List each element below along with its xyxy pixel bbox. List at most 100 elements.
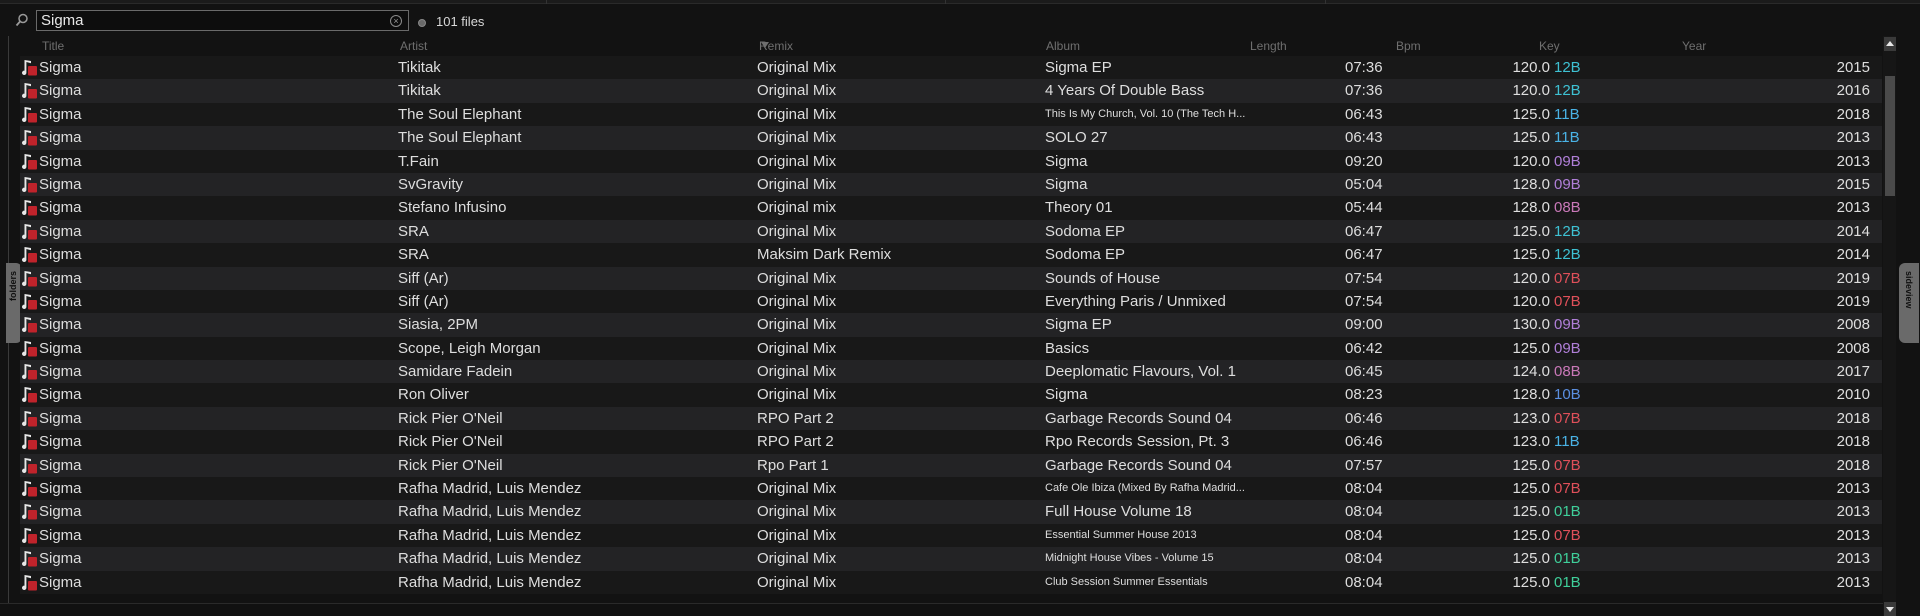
- cell-artist: Rafha Madrid, Luis Mendez: [398, 550, 582, 568]
- cell-album: 4 Years Of Double Bass: [1045, 82, 1205, 100]
- cell-artist: The Soul Elephant: [398, 105, 522, 123]
- search-icon[interactable]: [15, 13, 29, 27]
- table-row[interactable]: Sigma Rick Pier O'Neil RPO Part 2 Garbage R…: [20, 406, 1882, 431]
- column-header-title[interactable]: Title: [42, 39, 64, 53]
- column-header-album[interactable]: Album: [1046, 39, 1080, 53]
- cell-remix: Original Mix: [757, 152, 837, 170]
- cell-bpm: 128.0: [1512, 386, 1550, 404]
- table-row[interactable]: Sigma Rafha Madrid, Luis Mendez Original M…: [20, 523, 1882, 548]
- cell-key: 07B: [1554, 456, 1581, 474]
- cell-key: 07B: [1554, 526, 1581, 544]
- cell-artist: Rafha Madrid, Luis Mendez: [398, 573, 582, 591]
- strip-divider: [1325, 0, 1326, 4]
- table-row[interactable]: Sigma Ron Oliver Original Mix Sigma 08:23 128…: [20, 383, 1882, 407]
- cell-album: Sodoma EP: [1045, 246, 1126, 264]
- cell-key: 12B: [1554, 59, 1581, 76]
- cell-title: Sigma: [39, 480, 82, 498]
- cell-key: 11B: [1554, 433, 1580, 451]
- clear-circle-icon[interactable]: ×: [390, 15, 402, 27]
- cell-artist: Tikitak: [398, 82, 441, 100]
- cell-album: Sodoma EP: [1045, 222, 1126, 240]
- cell-length: 09:00: [1345, 316, 1383, 334]
- cell-key: 07B: [1554, 292, 1581, 310]
- table-row[interactable]: Sigma Tikitak Original Mix Sigma EP 07:36 120…: [20, 56, 1882, 80]
- cell-artist: The Soul Elephant: [398, 129, 522, 147]
- table-row[interactable]: Sigma Siff (Ar) Original Mix Sounds of Hous…: [20, 266, 1882, 290]
- scroll-up-arrow-icon[interactable]: [1884, 37, 1896, 51]
- cell-artist: Samidare Fadein: [398, 363, 513, 381]
- scrollbar-thumb[interactable]: [1885, 76, 1895, 196]
- table-row[interactable]: Sigma Rick Pier O'Neil RPO Part 2 Rpo Recor…: [20, 430, 1882, 454]
- cell-length: 05:04: [1345, 175, 1383, 193]
- table-row[interactable]: Sigma SRA Original Mix Sodoma EP 06:47 125.0 1…: [20, 219, 1882, 244]
- table-row[interactable]: Sigma Siasia, 2PM Original Mix Sigma EP 09:0…: [20, 313, 1882, 337]
- cell-key: 07B: [1554, 269, 1581, 287]
- cell-title: Sigma: [39, 152, 82, 170]
- cell-artist: Siff (Ar): [398, 292, 449, 310]
- table-row[interactable]: Sigma Rafha Madrid, Luis Mendez Original M…: [20, 500, 1882, 524]
- table-row[interactable]: Sigma Rafha Madrid, Luis Mendez Original M…: [20, 547, 1882, 571]
- table-row[interactable]: Sigma Rafha Madrid, Luis Mendez Original M…: [20, 477, 1882, 501]
- cell-length: 07:54: [1345, 269, 1383, 287]
- cell-title: Sigma: [39, 526, 82, 544]
- cell-bpm: 130.0: [1512, 316, 1550, 334]
- cell-remix: Original Mix: [757, 339, 837, 357]
- cell-title: Sigma: [39, 339, 82, 357]
- audio-track-icon: [21, 481, 37, 497]
- search-input[interactable]: [41, 12, 381, 29]
- cell-year: 2010: [1836, 386, 1870, 404]
- scroll-down-arrow-icon[interactable]: [1884, 602, 1896, 616]
- table-row[interactable]: Sigma T.Fain Original Mix Sigma 09:20 120.0 09…: [20, 149, 1882, 173]
- audio-track-icon: [21, 364, 37, 380]
- cell-title: Sigma: [39, 175, 82, 193]
- table-row[interactable]: Sigma Tikitak Original Mix 4 Years Of Doubl…: [20, 79, 1882, 103]
- cell-title: Sigma: [39, 199, 82, 217]
- cell-length: 06:43: [1345, 105, 1383, 123]
- table-row[interactable]: Sigma The Soul Elephant Original Mix This I…: [20, 102, 1882, 127]
- column-header-year[interactable]: Year: [1682, 39, 1706, 53]
- cell-key: 10B: [1554, 386, 1581, 404]
- table-row[interactable]: Sigma Scope, Leigh Morgan Original Mix Basi…: [20, 336, 1882, 361]
- sideview-tab[interactable]: sideview: [1899, 263, 1919, 343]
- audio-track-icon: [21, 83, 37, 99]
- audio-track-icon: [21, 247, 37, 263]
- column-header-remix[interactable]: Remix: [759, 39, 793, 53]
- column-header-bpm[interactable]: Bpm: [1396, 39, 1421, 53]
- column-header-artist[interactable]: Artist: [400, 39, 427, 53]
- cell-artist: Tikitak: [398, 59, 441, 76]
- search-box[interactable]: ×: [36, 10, 409, 31]
- cell-artist: SRA: [398, 246, 429, 264]
- strip-divider: [546, 0, 547, 4]
- table-row[interactable]: Sigma Siff (Ar) Original Mix Everything Par…: [20, 289, 1882, 314]
- cell-key: 12B: [1554, 246, 1581, 264]
- cell-remix: Original Mix: [757, 386, 837, 404]
- audio-track-icon: [21, 527, 37, 544]
- cell-bpm: 125.0: [1512, 503, 1550, 521]
- column-header-key[interactable]: Key: [1539, 39, 1560, 53]
- audio-track-icon: [21, 504, 37, 520]
- table-row[interactable]: Sigma Samidare Fadein Original Mix Deeploma…: [20, 360, 1882, 384]
- cell-title: Sigma: [39, 222, 82, 240]
- cell-year: 2016: [1836, 82, 1870, 100]
- table-row[interactable]: Sigma The Soul Elephant Original Mix SOLO 2…: [20, 126, 1882, 150]
- cell-title: Sigma: [39, 269, 82, 287]
- cell-title: Sigma: [39, 246, 82, 264]
- table-row[interactable]: Sigma Rafha Madrid, Luis Mendez Original M…: [20, 570, 1882, 594]
- column-header-length[interactable]: Length: [1250, 39, 1287, 53]
- audio-track-icon: [21, 130, 37, 146]
- table-row[interactable]: Sigma SvGravity Original Mix Sigma 05:04 128.…: [20, 172, 1882, 197]
- cell-remix: Original Mix: [757, 316, 837, 334]
- folders-tab-label: folders: [8, 271, 18, 302]
- cell-year: 2018: [1836, 409, 1870, 427]
- cell-artist: SRA: [398, 222, 429, 240]
- cell-album: Everything Paris / Unmixed: [1045, 292, 1226, 310]
- table-row[interactable]: Sigma Stefano Infusino Original mix Theory …: [20, 196, 1882, 220]
- top-strip: [0, 0, 1920, 4]
- table-row[interactable]: Sigma SRA Maksim Dark Remix Sodoma EP 06:47 1…: [20, 243, 1882, 267]
- audio-track-icon: [21, 176, 37, 193]
- track-table: Title Artist Remix Album Length Bpm Key …: [20, 36, 1882, 616]
- cell-title: Sigma: [39, 503, 82, 521]
- cell-bpm: 120.0: [1512, 292, 1550, 310]
- cell-length: 07:36: [1345, 59, 1383, 76]
- table-row[interactable]: Sigma Rick Pier O'Neil Rpo Part 1 Garbage R…: [20, 453, 1882, 478]
